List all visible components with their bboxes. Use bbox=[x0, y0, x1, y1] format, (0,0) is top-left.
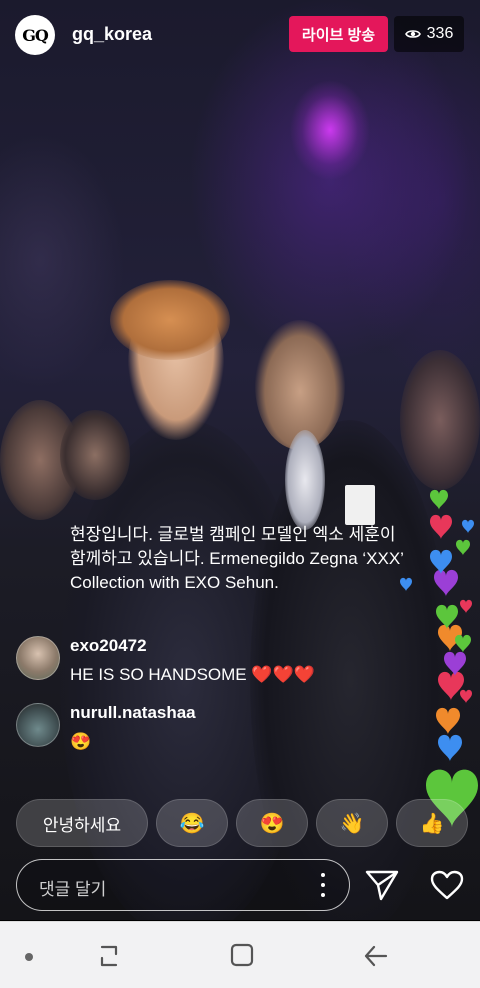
comment-text: 😍 bbox=[70, 732, 92, 751]
commenter-avatar[interactable] bbox=[16, 636, 60, 680]
live-header: GQ gq_korea 라이브 방송 336 bbox=[0, 0, 480, 72]
comment-item: exo20472 HE IS SO HANDSOME ❤️❤️❤️ bbox=[16, 636, 436, 692]
send-icon[interactable] bbox=[364, 868, 400, 902]
comment-item: nurull.natashaa 😍 bbox=[16, 703, 436, 759]
eye-icon bbox=[404, 30, 421, 38]
dot-icon bbox=[25, 953, 33, 961]
comment-username[interactable]: exo20472 bbox=[70, 636, 147, 656]
more-vertical-icon[interactable] bbox=[321, 873, 325, 897]
viewer-count-badge[interactable]: 336 bbox=[394, 16, 464, 52]
system-navigation-bar bbox=[0, 921, 480, 988]
live-badge: 라이브 방송 bbox=[289, 16, 388, 52]
heart-outline-icon[interactable] bbox=[430, 870, 464, 900]
heart-eyes-emoji-icon: 😍 bbox=[259, 812, 285, 835]
quick-reply-heart-eyes[interactable]: 😍 bbox=[236, 799, 308, 847]
quick-reply-greeting[interactable]: 안녕하세요 bbox=[16, 799, 148, 847]
home-icon[interactable] bbox=[229, 942, 255, 968]
commenter-avatar[interactable] bbox=[16, 703, 60, 747]
recent-apps-icon[interactable] bbox=[96, 944, 122, 968]
broadcast-caption: 현장입니다. 글로벌 캠페인 모델인 엑소 세훈이 함께하고 있습니다. Erm… bbox=[70, 525, 404, 592]
username[interactable]: gq_korea bbox=[72, 24, 152, 45]
comment-input[interactable]: 댓글 달기 bbox=[16, 859, 350, 911]
tears-of-joy-emoji-icon: 😂 bbox=[179, 812, 205, 835]
comment-text: HE IS SO HANDSOME ❤️❤️❤️ bbox=[70, 665, 315, 684]
quick-reply-waving-hand[interactable]: 👋 bbox=[316, 799, 388, 847]
comment-input-placeholder: 댓글 달기 bbox=[39, 880, 107, 899]
back-icon[interactable] bbox=[362, 944, 390, 968]
avatar-logo-text: GQ bbox=[22, 25, 49, 45]
quick-reply-thumbs-up[interactable]: 👍 bbox=[396, 799, 468, 847]
comment-username[interactable]: nurull.natashaa bbox=[70, 703, 196, 723]
quick-reply-tears-of-joy[interactable]: 😂 bbox=[156, 799, 228, 847]
live-video[interactable] bbox=[0, 0, 480, 920]
viewer-count: 336 bbox=[426, 25, 454, 42]
quick-replies: 안녕하세요 😂 😍 👋 👍 bbox=[16, 799, 480, 847]
profile-avatar[interactable]: GQ bbox=[15, 15, 55, 55]
thumbs-up-emoji-icon: 👍 bbox=[419, 812, 445, 835]
waving-hand-emoji-icon: 👋 bbox=[339, 812, 365, 835]
